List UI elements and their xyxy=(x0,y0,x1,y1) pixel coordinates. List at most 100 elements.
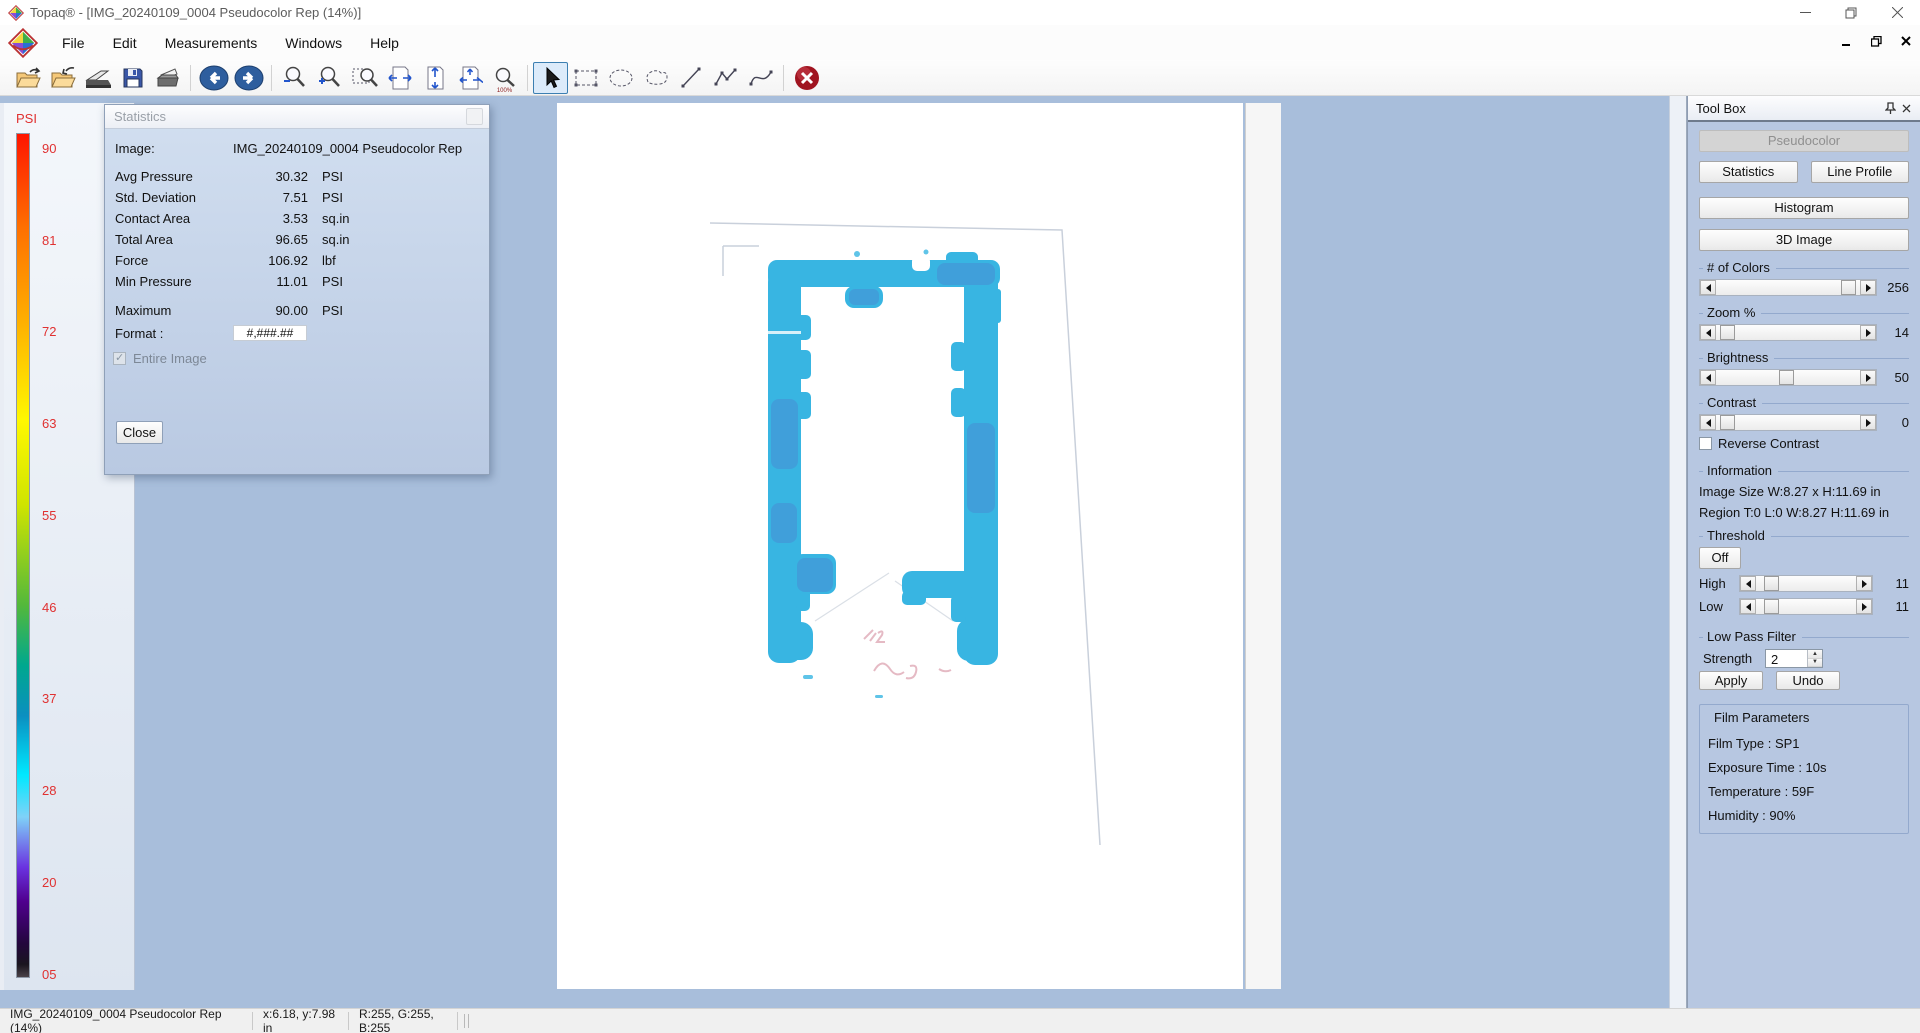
vertical-splitter[interactable] xyxy=(1669,96,1687,1008)
entire-image-checkbox xyxy=(113,352,126,365)
contrast-value: 0 xyxy=(1877,415,1909,430)
curve-tool-button[interactable] xyxy=(743,62,778,94)
polyline-tool-button[interactable] xyxy=(708,62,743,94)
stat-label: Total Area xyxy=(115,232,218,247)
scale-tick: 90 xyxy=(42,141,72,156)
title-bar: Topaq® - [IMG_20240109_0004 Pseudocolor … xyxy=(0,0,1920,25)
fit-width-button[interactable] xyxy=(382,62,417,94)
zoom-100-button[interactable]: 100% xyxy=(487,62,522,94)
colors-slider[interactable] xyxy=(1699,279,1877,296)
threshold-high-slider[interactable] xyxy=(1739,575,1873,592)
toolbox-close-icon[interactable] xyxy=(1898,100,1914,116)
zoom-out-button[interactable] xyxy=(277,62,312,94)
menu-edit[interactable]: Edit xyxy=(99,29,151,57)
window-restore-button[interactable] xyxy=(1828,0,1874,25)
ellipse-select-icon xyxy=(608,66,634,90)
reverse-contrast-checkbox[interactable] xyxy=(1699,437,1712,450)
stat-unit: PSI xyxy=(308,190,368,205)
pointer-tool-button[interactable] xyxy=(533,62,568,94)
3d-image-button[interactable]: 3D Image xyxy=(1699,229,1909,251)
menu-windows[interactable]: Windows xyxy=(271,29,356,57)
pressure-image-page[interactable] xyxy=(557,103,1243,989)
print-button[interactable] xyxy=(150,62,185,94)
slider-left-arrow[interactable] xyxy=(1740,576,1756,591)
mdi-restore-button[interactable] xyxy=(1868,33,1884,49)
threshold-low-slider[interactable] xyxy=(1739,598,1873,615)
mdi-minimize-button[interactable] xyxy=(1838,33,1854,49)
close-icon xyxy=(1892,7,1903,18)
fit-height-button[interactable] xyxy=(417,62,452,94)
fit-page-button[interactable] xyxy=(452,62,487,94)
strength-spinner[interactable]: 2 ▲▼ xyxy=(1765,649,1823,668)
select-ellipse-button[interactable] xyxy=(603,62,638,94)
line-profile-button[interactable]: Line Profile xyxy=(1811,161,1910,183)
spin-down-icon[interactable]: ▼ xyxy=(1808,659,1822,668)
mdi-close-button[interactable] xyxy=(1898,33,1914,49)
slider-right-arrow[interactable] xyxy=(1860,370,1876,385)
format-label: Format : xyxy=(115,326,233,341)
stat-value: 96.65 xyxy=(218,232,308,247)
slider-left-arrow[interactable] xyxy=(1700,280,1716,295)
slider-right-arrow[interactable] xyxy=(1856,599,1872,614)
region-info: Region T:0 L:0 W:8.27 H:11.69 in xyxy=(1699,505,1909,520)
statistics-dialog-titlebar[interactable]: Statistics xyxy=(105,105,489,129)
stat-unit: sq.in xyxy=(308,211,368,226)
menu-help[interactable]: Help xyxy=(356,29,413,57)
open-import-button[interactable] xyxy=(45,62,80,94)
select-rectangle-button[interactable] xyxy=(568,62,603,94)
app-logo-icon xyxy=(8,5,24,21)
select-freehand-button[interactable] xyxy=(638,62,673,94)
brightness-slider[interactable] xyxy=(1699,369,1877,386)
open-folder-icon xyxy=(15,66,41,90)
toolbox-panel: Tool Box Pseudocolor Statistics Line Pro… xyxy=(1687,96,1920,1008)
forward-button[interactable] xyxy=(231,62,266,94)
save-floppy-icon xyxy=(121,66,145,90)
undo-button[interactable]: Undo xyxy=(1776,671,1840,690)
histogram-button[interactable]: Histogram xyxy=(1699,197,1909,219)
line-tool-button[interactable] xyxy=(673,62,708,94)
zoom-window-icon xyxy=(351,65,379,91)
image-name-value: IMG_20240109_0004 Pseudocolor Rep xyxy=(233,141,462,156)
slider-left-arrow[interactable] xyxy=(1700,325,1716,340)
close-button[interactable]: Close xyxy=(116,421,163,444)
dialog-close-icon[interactable] xyxy=(466,108,483,125)
polyline-tool-icon xyxy=(713,66,739,90)
stat-unit: sq.in xyxy=(308,232,368,247)
contrast-slider[interactable] xyxy=(1699,414,1877,431)
stat-label: Contact Area xyxy=(115,211,218,226)
pin-icon[interactable] xyxy=(1882,100,1898,116)
open-button[interactable] xyxy=(10,62,45,94)
psi-unit-label: PSI xyxy=(16,111,37,126)
window-close-button[interactable] xyxy=(1874,0,1920,25)
slider-right-arrow[interactable] xyxy=(1860,415,1876,430)
stat-label: Std. Deviation xyxy=(115,190,218,205)
slider-right-arrow[interactable] xyxy=(1860,280,1876,295)
spin-up-icon[interactable]: ▲ xyxy=(1808,650,1822,659)
save-button[interactable] xyxy=(115,62,150,94)
threshold-off-button[interactable]: Off xyxy=(1699,547,1741,569)
slider-left-arrow[interactable] xyxy=(1740,599,1756,614)
slider-right-arrow[interactable] xyxy=(1860,325,1876,340)
curve-tool-icon xyxy=(748,66,774,90)
menu-measurements[interactable]: Measurements xyxy=(151,29,272,57)
statistics-button[interactable]: Statistics xyxy=(1699,161,1798,183)
scan-button[interactable] xyxy=(80,62,115,94)
slider-left-arrow[interactable] xyxy=(1700,370,1716,385)
apply-button[interactable]: Apply xyxy=(1699,671,1763,690)
zoom-window-button[interactable] xyxy=(347,62,382,94)
stat-unit: PSI xyxy=(308,169,368,184)
scale-tick: 55 xyxy=(42,508,72,523)
slider-left-arrow[interactable] xyxy=(1700,415,1716,430)
window-minimize-button[interactable] xyxy=(1782,0,1828,25)
zoom-group-label: Zoom % xyxy=(1707,305,1755,320)
zoom-in-button[interactable] xyxy=(312,62,347,94)
slider-right-arrow[interactable] xyxy=(1856,576,1872,591)
delete-annotation-button[interactable] xyxy=(789,62,824,94)
topaq-logo-icon xyxy=(8,28,38,58)
zoom-slider[interactable] xyxy=(1699,324,1877,341)
format-input[interactable]: #,###.## xyxy=(233,325,307,341)
menu-bar: File Edit Measurements Windows Help xyxy=(0,25,1920,60)
menu-file[interactable]: File xyxy=(48,29,99,57)
back-button[interactable] xyxy=(196,62,231,94)
stat-value: 106.92 xyxy=(218,253,308,268)
